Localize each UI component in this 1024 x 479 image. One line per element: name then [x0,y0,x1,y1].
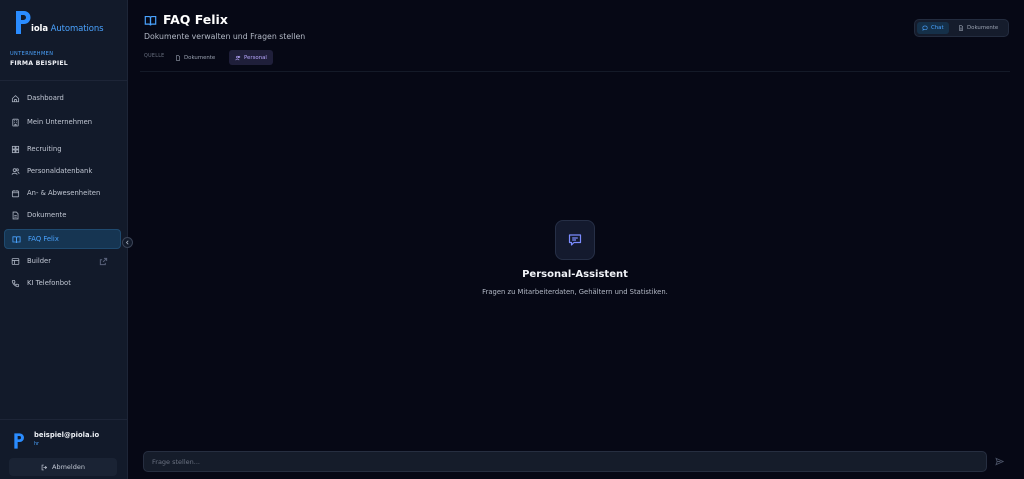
sidebar-item-label: KI Telefonbot [27,279,71,287]
view-chat-button[interactable]: Chat [917,22,949,34]
sidebar-item-label: Recruiting [27,145,62,153]
sidebar-item-dashboard[interactable]: Dashboard [4,88,121,108]
source-personnel-button[interactable]: Personal [229,50,273,65]
sidebar-item-label: Personaldatenbank [27,167,93,175]
layout-icon [11,257,20,265]
book-icon [12,235,21,243]
assistant-icon-box [555,220,595,260]
building-icon [12,118,19,126]
view-toggle: Chat Dokumente [914,19,1009,37]
sidebar-item-label: An- & Abwesenheiten [27,189,101,197]
divider [0,419,127,420]
divider [0,80,127,81]
user-role: hr [34,442,40,447]
sidebar-item-recruiting[interactable]: Recruiting [4,139,121,159]
sidebar-item-label: FAQ Felix [28,235,59,243]
view-documents-button[interactable]: Dokumente [953,22,1003,34]
logo-p-icon [16,11,31,34]
users-icon [235,55,241,60]
sidebar-collapse-button[interactable] [122,237,133,248]
sidebar-item-attendance[interactable]: An- & Abwesenheiten [4,183,121,203]
message-square-icon [568,234,582,246]
chevron-left-icon [125,240,129,245]
calendar-icon [11,189,20,197]
view-documents-label: Dokumente [967,25,999,31]
empty-state-title: Personal-Assistent [522,269,628,280]
brand-name: iola Automations [31,24,104,34]
home-icon [11,94,20,102]
external-link-icon [99,257,108,266]
source-label: QUELLE [144,54,165,59]
company-name: FIRMA BEISPIEL [10,60,68,67]
logout-icon [41,464,48,470]
sidebar-item-builder[interactable]: Builder [4,251,121,271]
document-icon [176,54,180,61]
sidebar: iola Automations UNTERNEHMEN FIRMA BEISP… [0,0,128,479]
sidebar-item-faq[interactable]: FAQ Felix [4,229,121,249]
avatar [14,433,24,449]
sidebar-item-label: Dokumente [27,211,67,219]
document-icon [959,25,963,31]
page-title: FAQ Felix [163,12,228,27]
sidebar-item-label: Builder [27,257,52,265]
view-chat-label: Chat [931,25,944,31]
sidebar-item-company[interactable]: Mein Unternehmen [4,112,121,132]
source-personnel-label: Personal [244,54,267,61]
sidebar-item-label: Mein Unternehmen [27,118,93,126]
source-documents-label: Dokumente [184,54,216,61]
sidebar-item-documents[interactable]: Dokumente [4,205,121,225]
grid-icon [11,145,20,153]
brand-logo[interactable]: iola Automations [14,9,124,37]
header-divider [140,71,1010,72]
company-block: UNTERNEHMEN FIRMA BEISPIEL [10,51,68,67]
question-input[interactable] [143,451,987,472]
send-icon[interactable] [995,457,1004,466]
empty-state-description: Fragen zu Mitarbeiterdaten, Gehältern un… [482,288,668,296]
page-subtitle: Dokumente verwalten und Fragen stellen [144,32,306,41]
users-icon [11,167,20,175]
logout-button[interactable]: Abmelden [9,458,117,476]
chat-icon [922,25,928,31]
user-email: beispiel@piola.io [34,431,100,439]
sidebar-item-label: Dashboard [27,94,64,102]
source-documents-button[interactable]: Dokumente [169,50,221,65]
logout-label: Abmelden [52,463,85,471]
sidebar-item-personnel-db[interactable]: Personaldatenbank [4,161,121,181]
document-icon [12,211,19,219]
company-label: UNTERNEHMEN [10,51,54,57]
book-icon [144,16,157,26]
